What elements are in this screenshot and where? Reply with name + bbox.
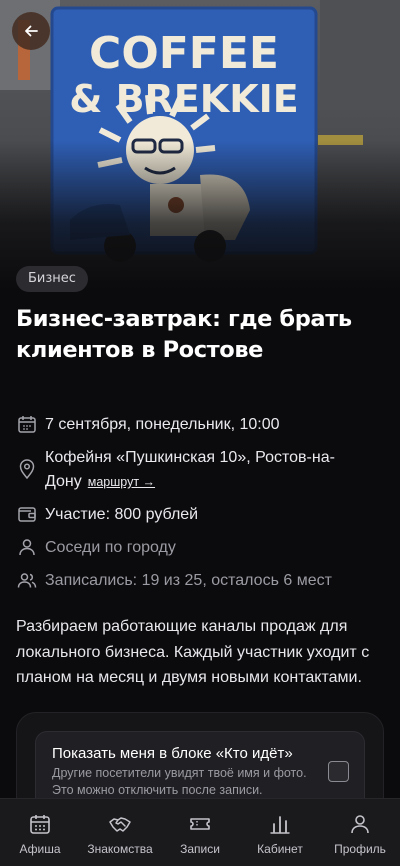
category-badge: Бизнес [16, 266, 88, 292]
tab-profile[interactable]: Профиль [320, 799, 400, 866]
user-icon [351, 815, 369, 834]
event-attendance: Записались: 19 из 25, осталось 6 мест [45, 572, 332, 589]
calendar-icon [30, 815, 50, 834]
tab-zapisi-label: Записи [180, 842, 220, 856]
show-me-checkbox[interactable] [328, 761, 349, 782]
route-link[interactable]: маршрут → [88, 475, 155, 489]
event-title: Бизнес-завтрак: где брать клиентов в Рос… [16, 306, 352, 363]
event-date: 7 сентября, понедельник, 10:00 [45, 416, 280, 433]
tab-afisha-label: Афиша [19, 842, 61, 856]
event-location-row: Кофейня «Пушкинская 10», Ростов-на-Дону м… [16, 446, 386, 494]
wallet-icon [18, 507, 36, 522]
event-price-row: Участие: 800 рублей [16, 503, 386, 527]
tab-profile-label: Профиль [334, 842, 386, 856]
tab-kabinet-label: Кабинет [257, 842, 303, 856]
tab-zapisi[interactable]: Записи [160, 799, 240, 866]
event-description: Разбираем работающие каналы продаж для л… [16, 618, 370, 686]
map-pin-icon [19, 459, 35, 480]
user-icon [19, 539, 35, 556]
handshake-icon [109, 817, 131, 832]
event-audience-row: Соседи по городу [16, 536, 386, 560]
event-attendance-row: Записались: 19 из 25, осталось 6 мест [16, 569, 386, 593]
users-icon [17, 573, 37, 588]
sign-text-line2: & BREKKIE [69, 77, 299, 121]
show-me-description: Другие посетители увидят твоё имя и фото… [52, 766, 307, 797]
ticket-icon [190, 818, 210, 830]
event-audience: Соседи по городу [45, 539, 176, 556]
tab-znakomstva-label: Знакомства [87, 842, 153, 856]
chart-icon [270, 816, 290, 834]
tab-kabinet[interactable]: Кабинет [240, 799, 320, 866]
arrow-left-icon [25, 25, 38, 37]
back-button[interactable] [12, 12, 50, 50]
sign-text-line1: COFFEE [89, 28, 279, 79]
bottom-tab-bar: Афиша Знакомства Записи Кабинет Профиль [0, 798, 400, 866]
event-cover-image: COFFEE & BREKKIE [0, 0, 400, 290]
tab-afisha[interactable]: Афиша [0, 799, 80, 866]
event-price: Участие: 800 рублей [45, 506, 199, 523]
calendar-icon [18, 416, 36, 433]
tab-znakomstva[interactable]: Знакомства [80, 799, 160, 866]
event-date-row: 7 сентября, понедельник, 10:00 [16, 413, 386, 437]
show-me-title: Показать меня в блоке «Кто идёт» [52, 745, 293, 762]
